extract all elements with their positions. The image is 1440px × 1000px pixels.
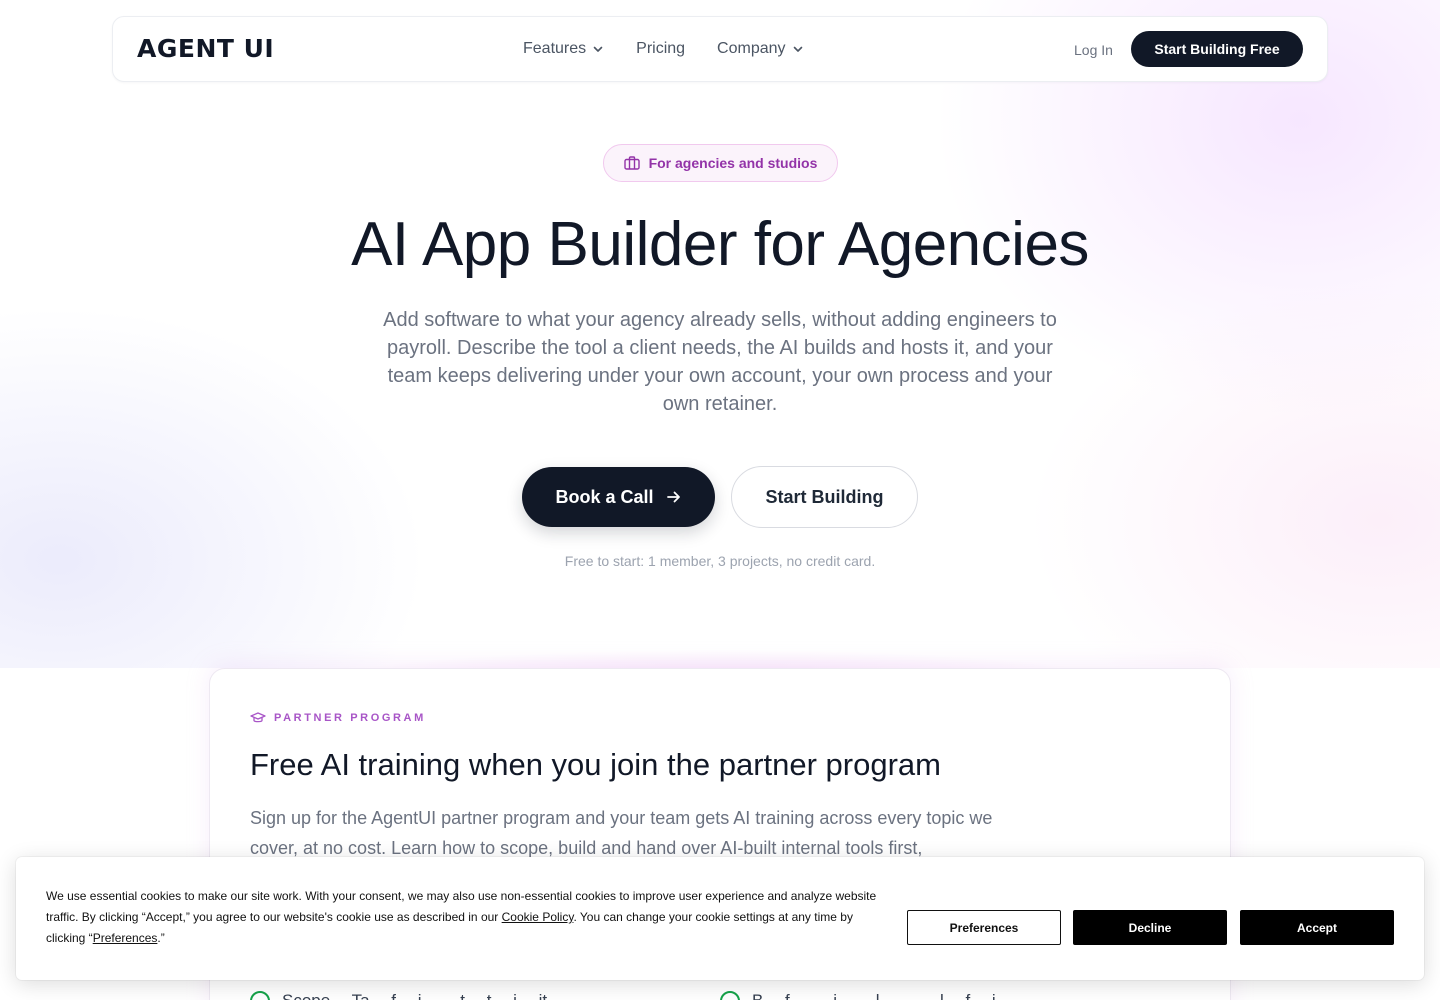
audience-badge: For agencies and studios — [603, 144, 838, 182]
feature-label: B… f… … i… …l… … …l… f… i… — [752, 991, 1013, 1000]
nav-item-label: Features — [523, 40, 587, 57]
top-navbar: AGENT UI Features Pricing Company Log In… — [112, 16, 1328, 82]
logo[interactable]: AGENT UI — [137, 35, 274, 63]
login-link[interactable]: Log In — [1074, 41, 1113, 59]
eyebrow-label: PARTNER PROGRAM — [274, 712, 426, 724]
page-title: AI App Builder for Agencies — [351, 210, 1089, 279]
cookie-text-part: .” — [157, 931, 165, 945]
graduation-cap-icon — [250, 712, 266, 723]
start-building-free-button[interactable]: Start Building Free — [1131, 31, 1303, 67]
decline-button[interactable]: Decline — [1073, 910, 1227, 945]
arrow-right-icon — [666, 491, 680, 503]
cookie-consent-banner: We use essential cookies to make our sit… — [16, 857, 1424, 980]
preferences-button[interactable]: Preferences — [907, 910, 1061, 945]
check-circle-icon — [250, 991, 270, 1000]
partner-feature-list: Scope… Ta… f… i… …t… t… i… it… B… f… … i… — [250, 991, 1190, 1000]
feature-label: Scope… Ta… f… i… …t… t… i… it… — [282, 991, 564, 1000]
chevron-down-icon — [793, 46, 802, 52]
cookie-consent-text: We use essential cookies to make our sit… — [46, 886, 886, 949]
nav-item-pricing[interactable]: Pricing — [636, 39, 685, 59]
accept-button[interactable]: Accept — [1240, 910, 1394, 945]
nav-item-company[interactable]: Company — [717, 39, 803, 59]
audience-badge-label: For agencies and studios — [648, 155, 818, 171]
nav-item-label: Pricing — [636, 40, 686, 57]
book-a-call-button[interactable]: Book a Call — [522, 467, 715, 527]
chevron-down-icon — [593, 46, 603, 52]
free-plan-note: Free to start: 1 member, 3 projects, no … — [564, 553, 876, 569]
nav-links: Features Pricing Company — [523, 39, 804, 59]
start-building-button[interactable]: Start Building — [731, 466, 918, 528]
partner-program-eyebrow: PARTNER PROGRAM — [250, 712, 426, 724]
book-a-call-label: Book a Call — [555, 486, 654, 507]
cookie-policy-link[interactable]: Cookie Policy — [502, 910, 574, 924]
nav-item-label: Company — [717, 40, 786, 57]
partner-program-description: Sign up for the AgentUI partner program … — [250, 808, 993, 858]
partner-program-title: Free AI training when you join the partn… — [250, 747, 941, 782]
hero-subtitle: Add software to what your agency already… — [383, 309, 1057, 415]
list-item: B… f… … i… …l… … …l… f… i… — [720, 991, 1190, 1000]
preferences-link[interactable]: Preferences — [93, 931, 158, 945]
nav-item-features[interactable]: Features — [523, 39, 604, 59]
check-circle-icon — [720, 991, 740, 1000]
list-item: Scope… Ta… f… i… …t… t… i… it… — [250, 991, 720, 1000]
briefcase-icon — [623, 156, 640, 170]
